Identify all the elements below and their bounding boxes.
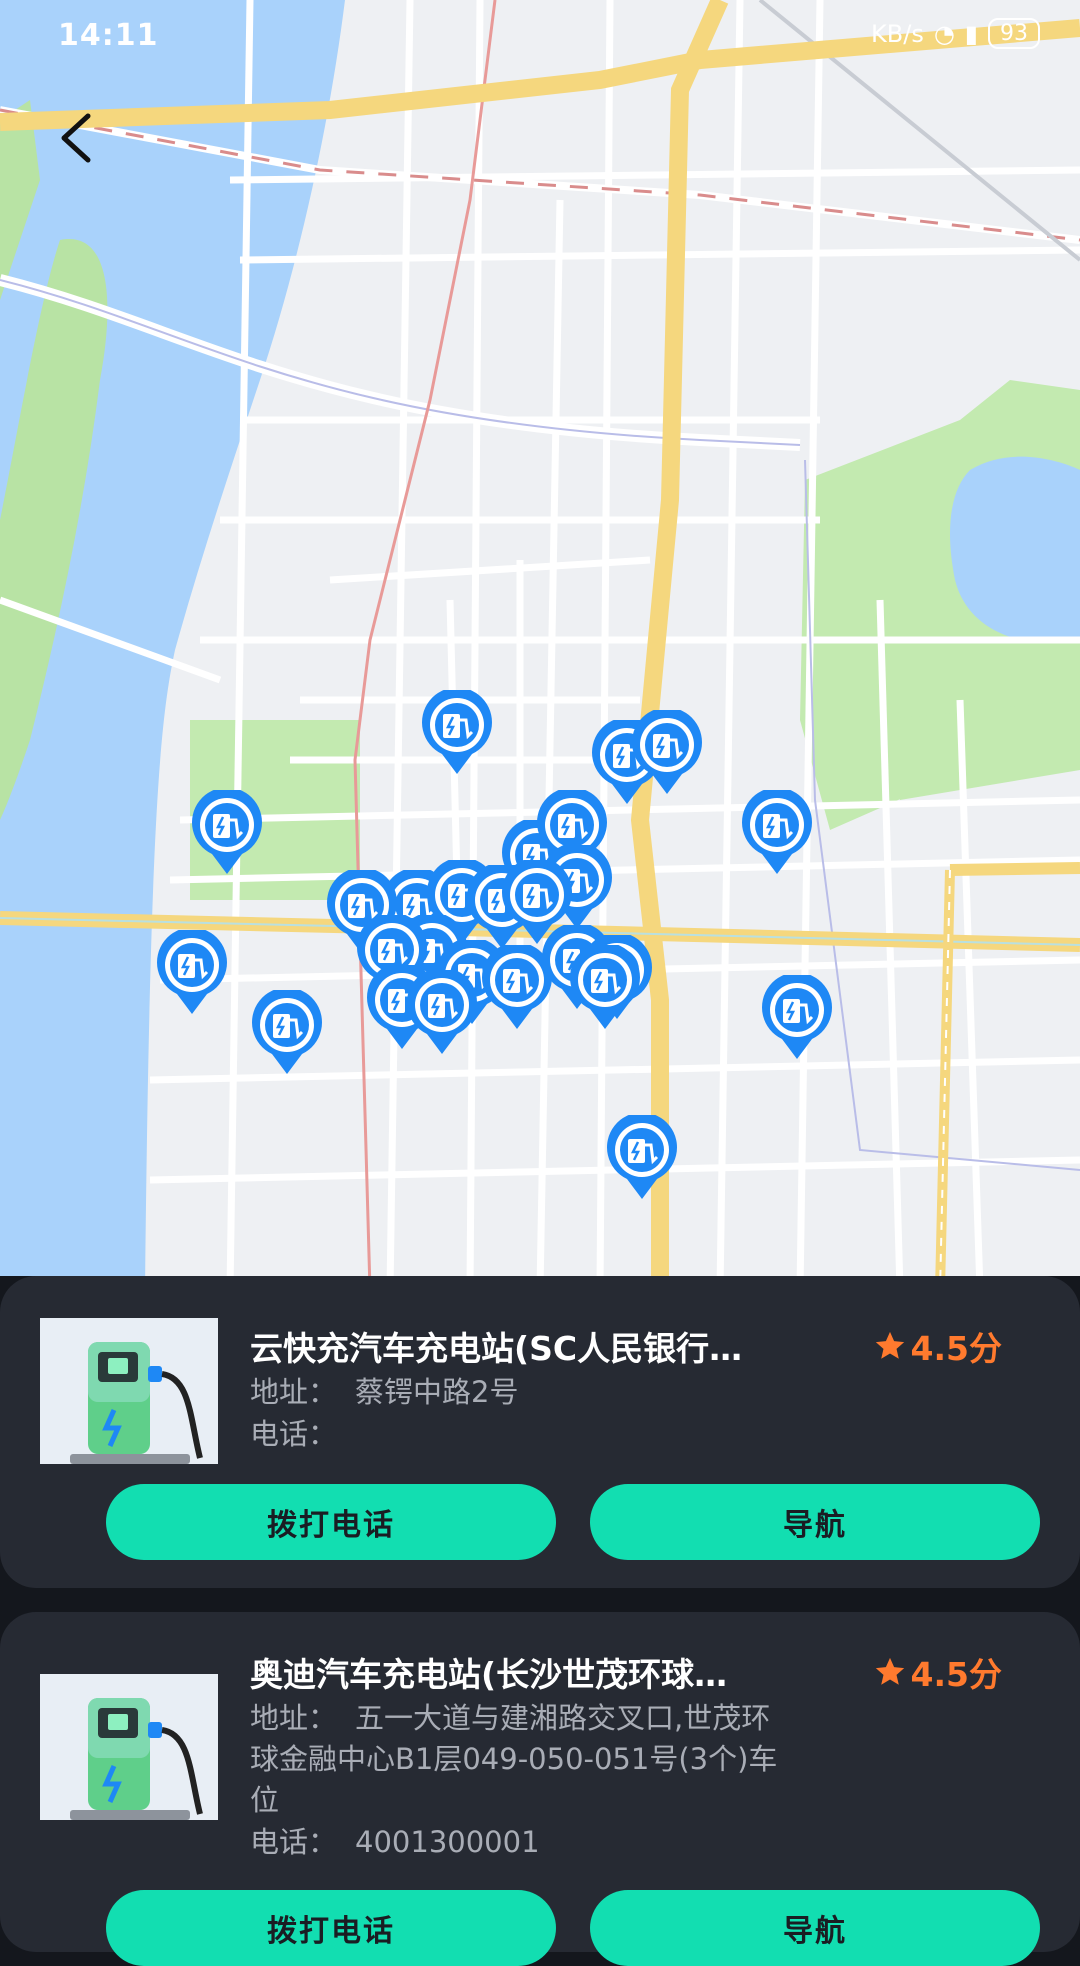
navigate-button[interactable]: 导航 bbox=[590, 1890, 1040, 1966]
call-button[interactable]: 拨打电话 bbox=[106, 1484, 556, 1560]
station-address: 地址： 五一大道与建湘路交叉口,世茂环 球金融中心B1层049-050-051号(… bbox=[250, 1698, 890, 1821]
charging-station-pin-icon[interactable] bbox=[568, 945, 642, 1031]
station-name[interactable]: 奥迪汽车充电站(长沙世茂环球… bbox=[250, 1648, 850, 1696]
back-button[interactable] bbox=[56, 112, 116, 172]
charging-station-pin-icon[interactable] bbox=[760, 975, 834, 1061]
chevron-left-icon bbox=[61, 113, 91, 163]
station-list[interactable]: 云快充汽车充电站(SC人民银行… 4.5分 地址： 蔡锷中路2号 电话： 拨打电话… bbox=[0, 1276, 1080, 1966]
star-icon bbox=[875, 1657, 904, 1685]
call-button[interactable]: 拨打电话 bbox=[106, 1890, 556, 1966]
wifi-icon: ◔ bbox=[933, 19, 955, 48]
battery-indicator: 93 bbox=[988, 18, 1040, 49]
rating-value: 4.5分 bbox=[910, 1329, 1002, 1368]
rating-value: 4.5分 bbox=[910, 1655, 1002, 1694]
map-view[interactable]: 14:11 KB/s ◔ ▮ 93 bbox=[0, 0, 1080, 1290]
charging-station-pin-icon[interactable] bbox=[420, 690, 494, 776]
charging-station-pin-icon[interactable] bbox=[605, 1115, 679, 1201]
station-card[interactable]: 奥迪汽车充电站(长沙世茂环球… 4.5分 地址： 五一大道与建湘路交叉口,世茂环 … bbox=[0, 1612, 1080, 1966]
charging-station-pin-icon[interactable] bbox=[190, 790, 264, 876]
address-label: 地址： bbox=[250, 1375, 338, 1409]
charging-station-pin-icon[interactable] bbox=[405, 970, 479, 1056]
station-phone: 电话： 4001300001 bbox=[250, 1822, 890, 1863]
map-background bbox=[0, 0, 1080, 1290]
charging-station-pin-icon[interactable] bbox=[630, 710, 704, 796]
charging-station-pin-icon[interactable] bbox=[740, 790, 814, 876]
navigate-button[interactable]: 导航 bbox=[590, 1484, 1040, 1560]
status-time: 14:11 bbox=[58, 18, 159, 53]
charging-station-pin-icon[interactable] bbox=[250, 990, 324, 1076]
phone-label: 电话： bbox=[250, 1417, 338, 1451]
charger-image bbox=[40, 1674, 218, 1820]
status-bar: 14:11 KB/s ◔ ▮ 93 bbox=[0, 0, 1080, 70]
signal-icon: ▮ bbox=[964, 19, 978, 48]
charger-image bbox=[40, 1318, 218, 1464]
address-value-cont: 球金融中心B1层049-050-051号(3个)车 bbox=[250, 1742, 778, 1776]
charging-station-pin-icon[interactable] bbox=[155, 930, 229, 1016]
address-value-cont: 位 bbox=[250, 1783, 280, 1817]
station-rating: 4.5分 bbox=[873, 1322, 1002, 1370]
address-label: 地址： bbox=[250, 1701, 338, 1735]
station-rating: 4.5分 bbox=[873, 1648, 1002, 1696]
station-address: 地址： 蔡锷中路2号 bbox=[250, 1372, 890, 1413]
network-speed: KB/s bbox=[871, 19, 924, 48]
phone-value: 4001300001 bbox=[355, 1825, 540, 1859]
station-card[interactable]: 云快充汽车充电站(SC人民银行… 4.5分 地址： 蔡锷中路2号 电话： 拨打电话… bbox=[0, 1276, 1080, 1588]
station-phone: 电话： bbox=[250, 1414, 890, 1455]
status-indicators: KB/s ◔ ▮ 93 bbox=[871, 18, 1040, 49]
star-icon bbox=[875, 1331, 904, 1359]
address-value: 五一大道与建湘路交叉口,世茂环 bbox=[355, 1701, 771, 1735]
phone-label: 电话： bbox=[250, 1825, 338, 1859]
station-name[interactable]: 云快充汽车充电站(SC人民银行… bbox=[250, 1322, 850, 1370]
address-value: 蔡锷中路2号 bbox=[355, 1375, 519, 1409]
